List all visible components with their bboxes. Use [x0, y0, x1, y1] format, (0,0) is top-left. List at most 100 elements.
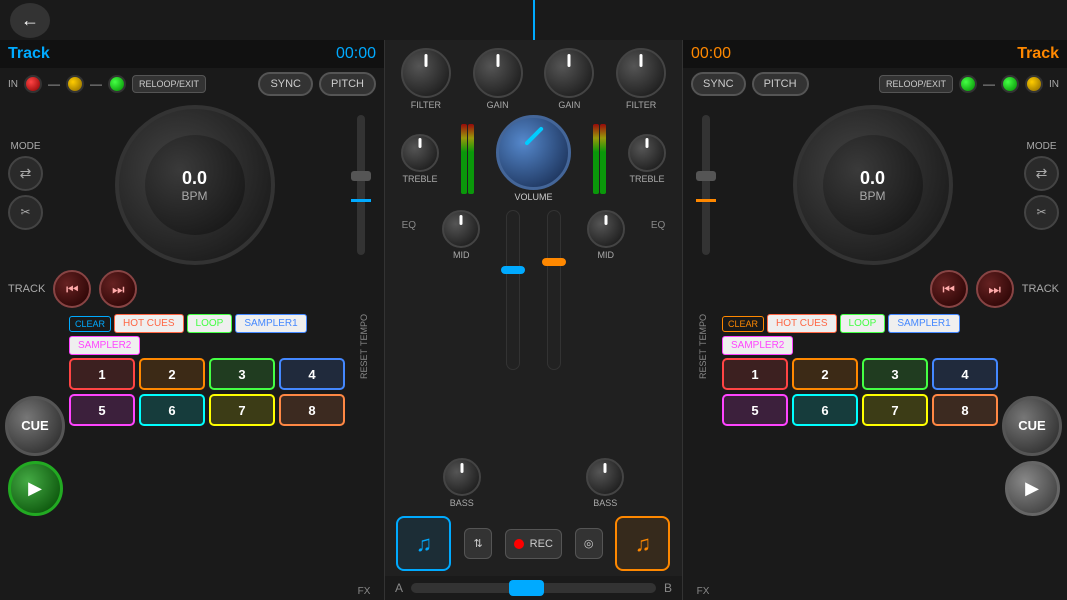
right-reloop-led-2[interactable] [959, 75, 977, 93]
gain-knob-left[interactable] [473, 48, 523, 98]
left-pad-4[interactable]: 4 [279, 358, 345, 390]
mid-knob-right[interactable] [587, 210, 625, 248]
right-next-track-btn[interactable]: ⏭ [976, 270, 1014, 308]
right-pad-7[interactable]: 7 [862, 394, 928, 426]
right-pitch-section [691, 115, 721, 255]
left-play-btn[interactable]: ▶ [8, 461, 63, 516]
right-pad-5[interactable]: 5 [722, 394, 788, 426]
vu-left [461, 124, 474, 194]
left-pad-1[interactable]: 1 [69, 358, 135, 390]
add-track-right-btn[interactable]: ♫ [615, 516, 670, 571]
right-reloop-btn[interactable]: RELOOP/EXIT [879, 75, 953, 93]
top-bar: ← [0, 0, 1067, 40]
left-tab-sampler2[interactable]: SAMPLER2 [69, 336, 140, 355]
right-pad-6[interactable]: 6 [792, 394, 858, 426]
left-prev-track-btn[interactable]: ⏮ [53, 270, 91, 308]
treble-knob-left[interactable] [401, 134, 439, 172]
left-pad-6[interactable]: 6 [139, 394, 205, 426]
right-fx-label[interactable]: FX [697, 586, 710, 597]
left-clear-badge[interactable]: CLEAR [69, 316, 111, 332]
rec-btn[interactable]: REC [505, 529, 562, 559]
left-pitch-handle[interactable] [351, 171, 371, 181]
right-track-section-label: TRACK [1022, 283, 1059, 295]
right-reset-btn[interactable]: RESET [698, 349, 708, 379]
left-pad-7[interactable]: 7 [209, 394, 275, 426]
bass-knob-right[interactable] [586, 458, 624, 496]
left-out-led[interactable] [66, 75, 84, 93]
right-pad-4[interactable]: 4 [932, 358, 998, 390]
left-pad-8[interactable]: 8 [279, 394, 345, 426]
right-jog-wheel[interactable]: 0.0 BPM [793, 105, 953, 265]
left-pitch-track[interactable] [357, 115, 365, 255]
crossfader-handle[interactable] [509, 580, 544, 596]
left-pad-2[interactable]: 2 [139, 358, 205, 390]
mid-knob-left-group: MID [442, 210, 480, 260]
right-out-led[interactable] [1025, 75, 1043, 93]
right-fader-track[interactable] [547, 210, 561, 370]
mixer-icon-btn[interactable]: ⇅ [464, 528, 491, 559]
left-bottom-section: CUE ▶ CLEAR HOT CUES LOOP SAMPLER1 SAMPL… [0, 311, 384, 600]
left-track-btns: ⏮ ⏭ [53, 270, 137, 308]
right-sync-btn[interactable]: SYNC [691, 72, 746, 96]
right-mode-btn-1[interactable]: ⇄ [1024, 156, 1059, 191]
gain-knob-right[interactable] [544, 48, 594, 98]
left-pad-5[interactable]: 5 [69, 394, 135, 426]
right-mode-section: MODE ⇄ ✂ [1024, 141, 1059, 230]
left-mode-btn-2[interactable]: ✂ [8, 195, 43, 230]
left-sync-btn[interactable]: SYNC [258, 72, 313, 96]
right-pad-8[interactable]: 8 [932, 394, 998, 426]
right-pitch-handle[interactable] [696, 171, 716, 181]
back-button[interactable]: ← [10, 3, 50, 38]
treble-knob-right[interactable] [628, 134, 666, 172]
rec-label: REC [530, 538, 553, 550]
left-reloop-led[interactable] [108, 75, 126, 93]
left-reset-btn[interactable]: RESET [359, 349, 369, 379]
right-tab-sampler2[interactable]: SAMPLER2 [722, 336, 793, 355]
right-tab-sampler1[interactable]: SAMPLER1 [888, 314, 959, 333]
bass-knob-left[interactable] [443, 458, 481, 496]
left-fader-handle[interactable] [501, 266, 525, 274]
right-play-btn[interactable]: ▶ [1005, 461, 1060, 516]
left-mode-btn-1[interactable]: ⇄ [8, 156, 43, 191]
left-jog-wheel[interactable]: 0.0 BPM [115, 105, 275, 265]
target-btn[interactable]: ◎ [575, 528, 603, 559]
left-fx-label[interactable]: FX [358, 586, 371, 597]
right-mode-btn-2[interactable]: ✂ [1024, 195, 1059, 230]
right-clear-badge[interactable]: CLEAR [722, 316, 764, 332]
right-pitch-track[interactable] [702, 115, 710, 255]
left-fader-track[interactable] [506, 210, 520, 370]
volume-knob[interactable] [496, 115, 571, 190]
right-prev-track-btn[interactable]: ⏮ [930, 270, 968, 308]
left-tab-hotcues[interactable]: HOT CUES [114, 314, 184, 333]
right-pad-1[interactable]: 1 [722, 358, 788, 390]
left-next-track-btn[interactable]: ⏭ [99, 270, 137, 308]
right-reloop-led-1[interactable] [1001, 75, 1019, 93]
right-track-section: TRACK ⏮ ⏭ [683, 270, 1067, 311]
mid-knob-left[interactable] [442, 210, 480, 248]
right-cue-play: CUE ▶ [1002, 314, 1062, 597]
right-cue-btn[interactable]: CUE [1002, 396, 1062, 456]
right-tab-loop[interactable]: LOOP [840, 314, 886, 333]
volume-label: VOLUME [514, 192, 552, 202]
mixer-bass-row: BASS BASS [385, 455, 682, 511]
right-pitch-btn[interactable]: PITCH [752, 72, 809, 96]
left-tab-sampler1[interactable]: SAMPLER1 [235, 314, 306, 333]
crossfader-track[interactable] [411, 583, 656, 593]
filter-knob-right[interactable] [616, 48, 666, 98]
left-reloop-btn[interactable]: RELOOP/EXIT [132, 75, 206, 93]
left-in-led[interactable] [24, 75, 42, 93]
left-pitch-btn[interactable]: PITCH [319, 72, 376, 96]
add-track-left-btn[interactable]: ♫ [396, 516, 451, 571]
filter-knob-left[interactable] [401, 48, 451, 98]
left-tempo-fx: TEMPO RESET FX [349, 314, 379, 597]
left-pad-3[interactable]: 3 [209, 358, 275, 390]
mixer-fader-section: EQ MID [385, 207, 682, 455]
right-bpm-val: 0.0 [860, 168, 885, 189]
right-tab-hotcues[interactable]: HOT CUES [767, 314, 837, 333]
left-tab-loop[interactable]: LOOP [187, 314, 233, 333]
right-fader-handle[interactable] [542, 258, 566, 266]
right-pad-2[interactable]: 2 [792, 358, 858, 390]
left-deck: Track 00:00 IN — — RELOOP/EXIT SYNC PITC… [0, 40, 385, 600]
right-pad-3[interactable]: 3 [862, 358, 928, 390]
left-cue-btn[interactable]: CUE [5, 396, 65, 456]
